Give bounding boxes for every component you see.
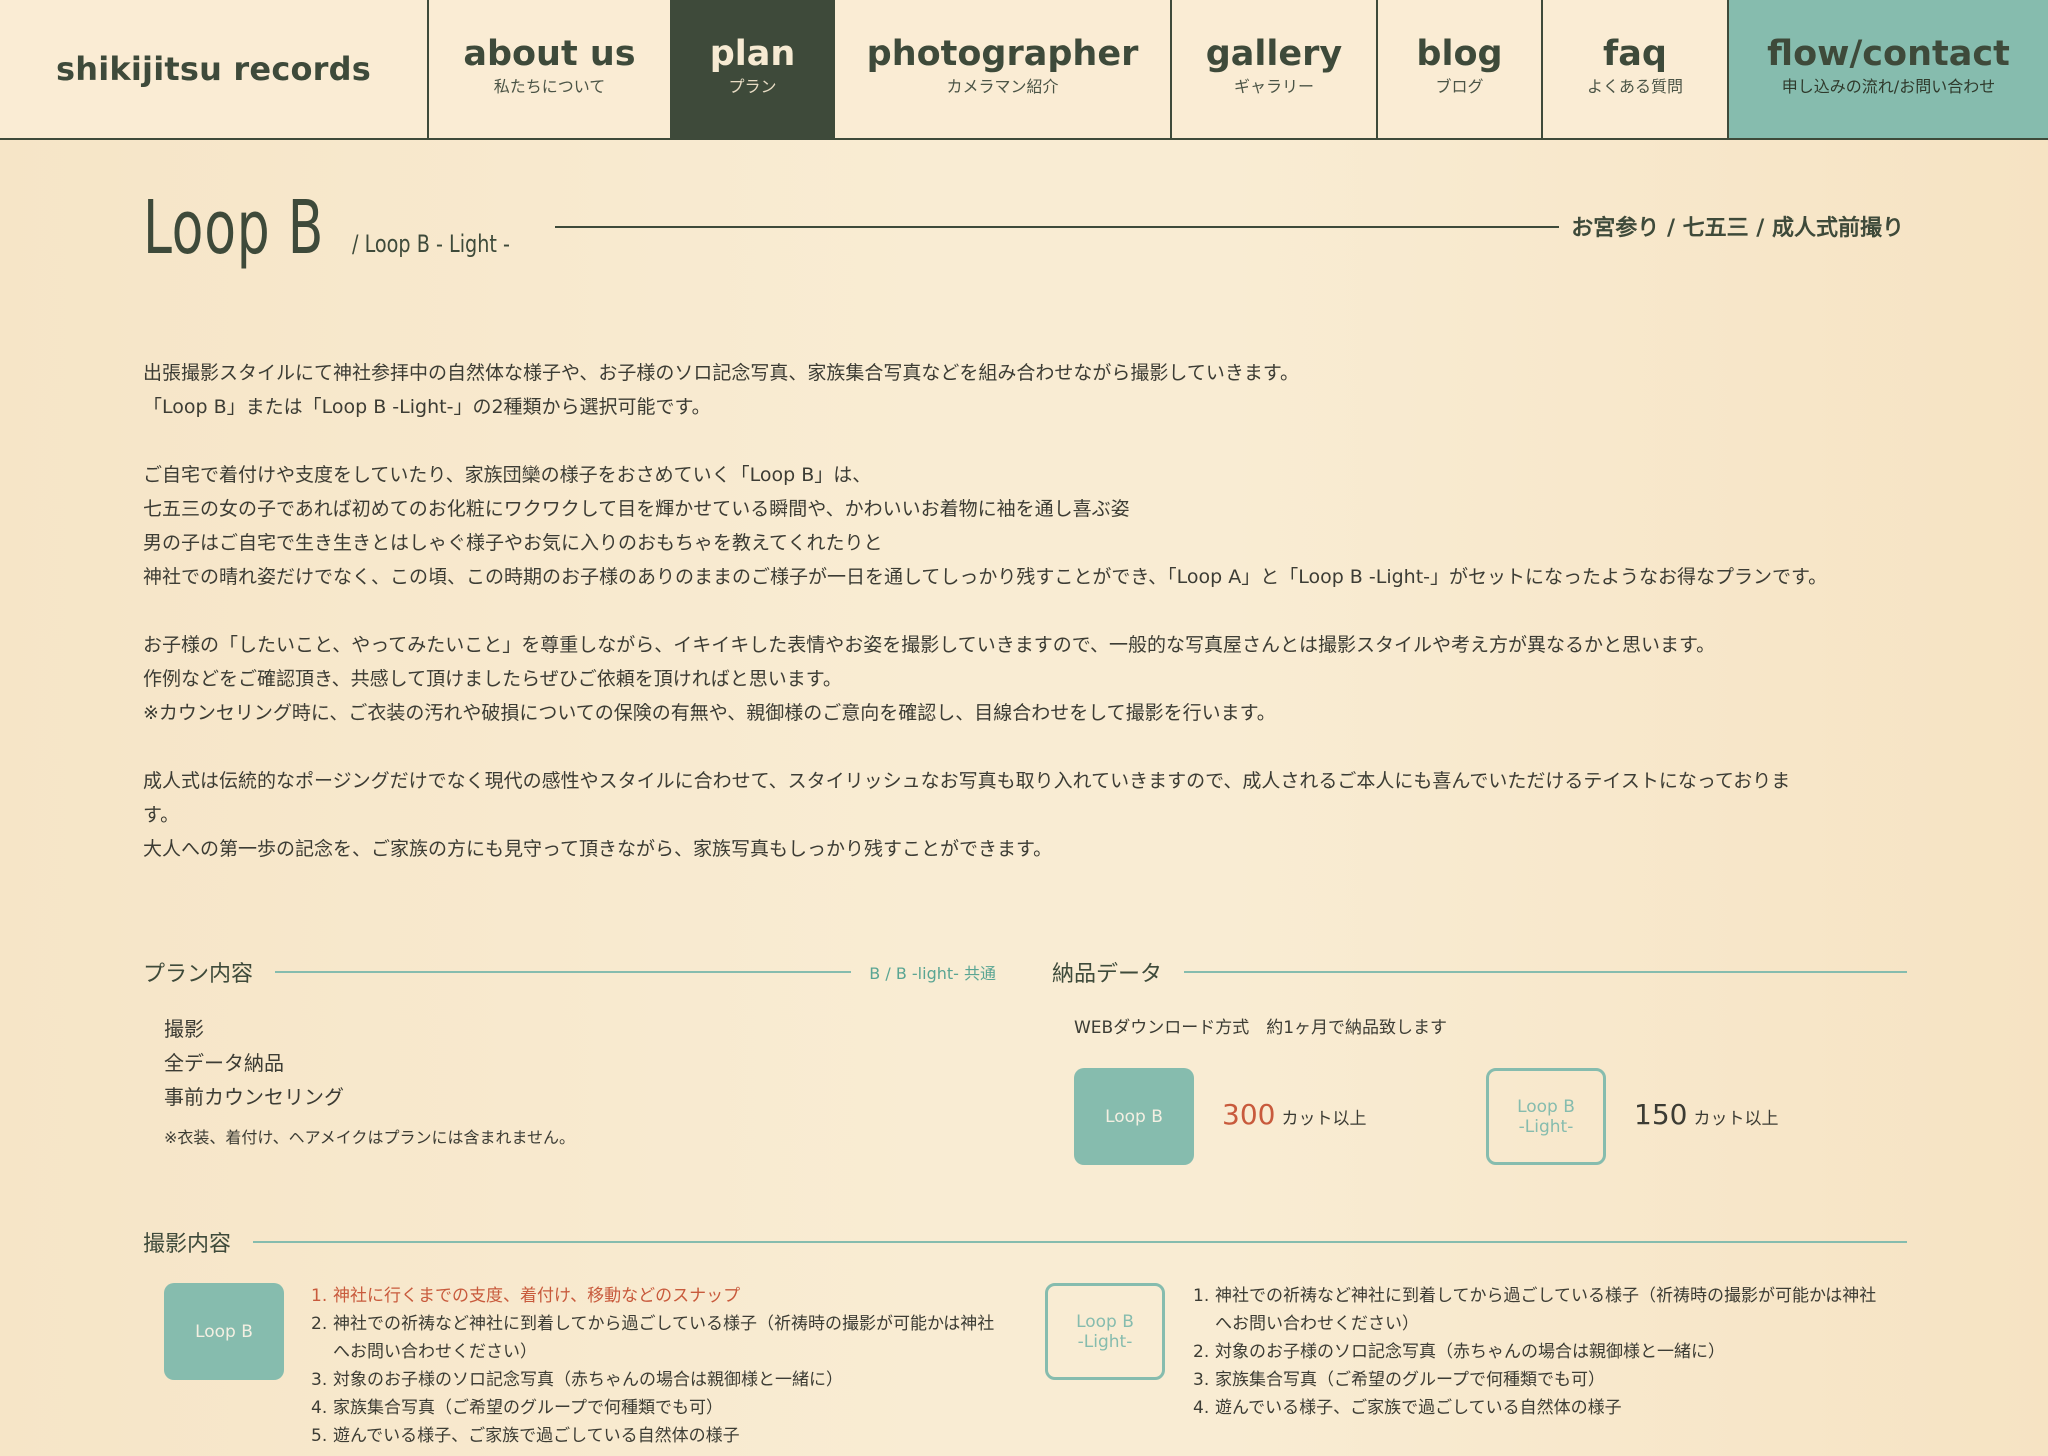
shooting-content-title: 撮影内容 [143,1232,232,1257]
description-line: す。 [143,804,180,826]
list-item: 1. 神社に行くまでの支度、着付け、移動などのスナップ [311,1286,741,1306]
plan-footnote: ※衣装、着付け、ヘアメイクはプランには含まれません。 [164,1128,576,1147]
description-paragraph: お子様の「したいこと、やってみたいこと」を尊重しながら、イキイキした表情やお姿を… [143,628,1913,730]
loop-b-badge-label: Loop B [195,1321,253,1342]
loop-b-badge: Loop B [164,1283,284,1380]
list-item: 4. 家族集合写真（ご希望のグループで何種類でも可） [311,1398,723,1418]
plan-description: 出張撮影スタイルにて神社参拝中の自然体な様子や、お子様のソロ記念写真、家族集合写… [143,356,1913,900]
loop-b-light-cut-number: 150 [1634,1098,1688,1131]
list-item: 2. 対象のお子様のソロ記念写真（赤ちゃんの場合は親御様と一緒に） [1193,1342,1725,1362]
list-item: 2. 神社での祈祷など神社に到着してから過ごしている様子（祈祷時の撮影が可能かは神… [311,1314,995,1362]
loop-b-light-badge-label: Loop B -Light- [1076,1311,1134,1352]
nav-blog-sublabel[interactable]: ブログ [1435,76,1483,98]
plan-item: 撮影 [164,1017,204,1041]
nav-about-us[interactable]: about us 私たちについて [429,0,672,138]
loop-b-badge: Loop B [1074,1068,1194,1165]
nav-plan[interactable]: plan プラン [672,0,835,138]
plan-content-title: プラン内容 [143,962,254,987]
loop-b-light-badge: Loop B -Light- [1045,1283,1165,1380]
description-line: 神社での晴れ姿だけでなく、この頃、この時期のお子様のありのままのご様子が一日を通… [143,566,1828,588]
plan-item: 事前カウンセリング [164,1085,344,1109]
nav-photographer-sublabel[interactable]: カメラマン紹介 [946,76,1058,98]
nav-gallery-label[interactable]: gallery [1206,34,1342,74]
cut-unit: カット以上 [1281,1109,1367,1129]
plan-item: 全データ納品 [164,1051,284,1075]
description-line: お子様の「したいこと、やってみたいこと」を尊重しながら、イキイキした表情やお姿を… [143,634,1716,656]
nav-about-us-sublabel[interactable]: 私たちについて [494,76,606,98]
shooting-content-heading: 撮影内容 [143,1226,1907,1258]
description-line: 成人式は伝統的なポージングだけでなく現代の感性やスタイルに合わせて、スタイリッシ… [143,770,1791,792]
heading-divider [275,971,852,973]
plan-common-note: B / B -light- 共通 [869,964,996,983]
title-divider [555,226,1559,228]
nav-gallery[interactable]: gallery ギャラリー [1172,0,1378,138]
loop-b-shooting-list: 1. 神社に行くまでの支度、着付け、移動などのスナップ 2. 神社での祈祷など神社に… [311,1282,1011,1450]
description-line: 大人への第一歩の記念を、ご家族の方にも見守って頂きながら、家族写真もしっかり残す… [143,838,1053,860]
nav-blog[interactable]: blog ブログ [1378,0,1543,138]
nav-photographer-label[interactable]: photographer [867,34,1139,74]
description-paragraph: 成人式は伝統的なポージングだけでなく現代の感性やスタイルに合わせて、スタイリッシ… [143,764,1913,866]
nav-flow-contact-sublabel[interactable]: 申し込みの流れ/お問い合わせ [1782,76,1995,98]
site-header: shikijitsu records about us 私たちについて plan… [0,0,2048,140]
description-line: ※カウンセリング時に、ご衣装の汚れや破損についての保険の有無や、親御様のご意向を… [143,702,1276,724]
loop-b-light-badge: Loop B -Light- [1486,1068,1606,1165]
description-line: 「Loop B」または「Loop B -Light-」の2種類から選択可能です。 [143,396,711,418]
loop-b-cut-count: 300 カット以上 [1222,1098,1366,1131]
nav-about-us-label[interactable]: about us [463,34,635,74]
plan-content-heading: プラン内容 B / B -light- 共通 [143,956,996,988]
brand-logo[interactable]: shikijitsu records [0,0,429,138]
nav-plan-sublabel[interactable]: プラン [728,76,776,98]
list-item: 3. 家族集合写真（ご希望のグループで何種類でも可） [1193,1370,1605,1390]
brand-name[interactable]: shikijitsu records [56,50,371,88]
nav-faq-sublabel[interactable]: よくある質問 [1587,76,1683,98]
delivery-heading: 納品データ [1052,956,1907,988]
nav-faq-label[interactable]: faq [1603,34,1667,74]
list-item: 4. 遊んでいる様子、ご家族で過ごしている自然体の様子 [1193,1398,1622,1418]
description-line: 七五三の女の子であれば初めてのお化粧にワクワクして目を輝かせている瞬間や、かわい… [143,498,1130,520]
nav-flow-contact[interactable]: flow/contact 申し込みの流れ/お問い合わせ [1729,0,2048,138]
nav-gallery-sublabel[interactable]: ギャラリー [1234,76,1314,98]
list-item: 1. 神社での祈祷など神社に到着してから過ごしている様子（祈祷時の撮影が可能かは神… [1193,1286,1877,1334]
description-line: 男の子はご自宅で生き生きとはしゃぐ様子やお気に入りのおもちゃを教えてくれたりと [143,532,883,554]
nav-faq[interactable]: faq よくある質問 [1543,0,1729,138]
description-line: 作例などをご確認頂き、共感して頂けましたらぜひご依頼を頂ければと思います。 [143,668,842,690]
description-line: 出張撮影スタイルにて神社参拝中の自然体な様子や、お子様のソロ記念写真、家族集合写… [143,362,1299,384]
page-title: Loop B [143,185,325,271]
plan-items: 撮影 全データ納品 事前カウンセリング [164,1012,344,1114]
description-paragraph: ご自宅で着付けや支度をしていたり、家族団欒の様子をおさめていく「Loop B」は… [143,458,1913,594]
delivery-method: WEBダウンロード方式 約1ヶ月で納品致します [1074,1018,1448,1038]
nav-flow-contact-label[interactable]: flow/contact [1767,34,2010,74]
description-paragraph: 出張撮影スタイルにて神社参拝中の自然体な様子や、お子様のソロ記念写真、家族集合写… [143,356,1913,424]
loop-b-light-badge-label: Loop B -Light- [1517,1096,1575,1137]
loop-b-badge-label: Loop B [1105,1106,1163,1127]
heading-divider [1184,971,1907,973]
plan-occasions: お宮参り / 七五三 / 成人式前撮り [1571,216,1904,241]
nav-photographer[interactable]: photographer カメラマン紹介 [835,0,1172,138]
cut-unit: カット以上 [1693,1109,1779,1129]
nav-plan-label[interactable]: plan [710,34,796,74]
heading-divider [253,1241,1907,1243]
nav-blog-label[interactable]: blog [1416,34,1502,74]
page-subtitle: / Loop B - Light - [352,230,510,258]
list-item: 3. 対象のお子様のソロ記念写真（赤ちゃんの場合は親御様と一緒に） [311,1370,843,1390]
list-item: 5. 遊んでいる様子、ご家族で過ごしている自然体の様子 [311,1426,740,1446]
description-line: ご自宅で着付けや支度をしていたり、家族団欒の様子をおさめていく「Loop B」は… [143,464,872,486]
loop-b-light-shooting-list: 1. 神社での祈祷など神社に到着してから過ごしている様子（祈祷時の撮影が可能かは神… [1193,1282,1903,1422]
loop-b-cut-number: 300 [1222,1098,1276,1131]
loop-b-light-cut-count: 150 カット以上 [1634,1098,1778,1131]
delivery-title: 納品データ [1052,962,1163,987]
